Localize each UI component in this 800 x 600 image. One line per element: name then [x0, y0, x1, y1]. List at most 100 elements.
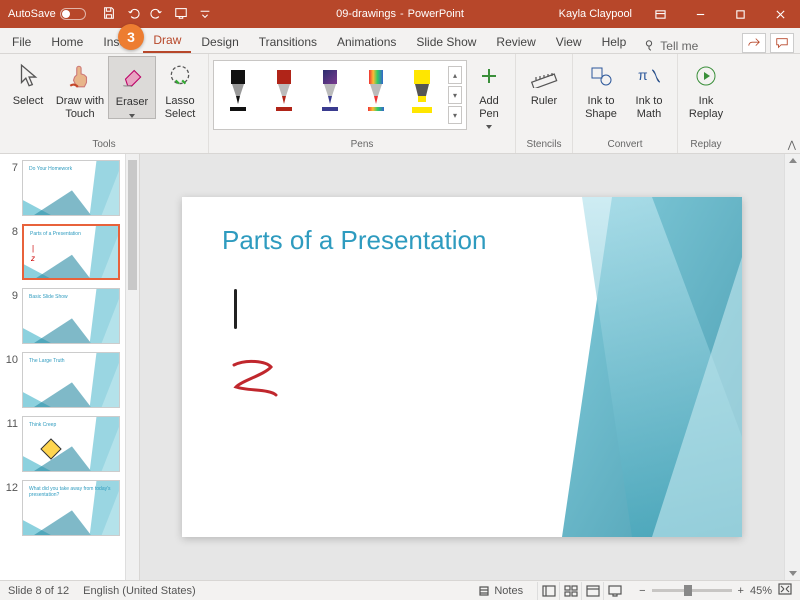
zoom-slider[interactable]	[652, 589, 732, 592]
chevron-down-icon	[129, 112, 135, 118]
status-language[interactable]: English (United States)	[83, 585, 196, 597]
draw-with-touch-button[interactable]: Draw with Touch	[52, 56, 108, 120]
draw-touch-label: Draw with Touch	[56, 95, 104, 120]
slideshow-view-button[interactable]	[603, 582, 625, 600]
thumbnail-row[interactable]: 9Basic Slide Show	[4, 288, 121, 344]
close-button[interactable]	[760, 0, 800, 28]
group-tools-label: Tools	[92, 137, 115, 153]
slide-canvas[interactable]: Parts of a Presentation	[140, 154, 784, 580]
gallery-scroll[interactable]: ▴▾▾	[448, 66, 462, 124]
quick-access-toolbar	[102, 6, 212, 23]
canvas-scrollbar[interactable]	[784, 154, 800, 580]
thumb-number: 7	[4, 160, 18, 216]
lasso-label: Lasso Select	[165, 95, 196, 120]
slide: Parts of a Presentation	[182, 197, 742, 537]
qat-more-icon[interactable]	[198, 6, 212, 23]
title-bar: AutoSave 09-drawings - PowerPoint Kayla …	[0, 0, 800, 28]
group-convert-label: Convert	[607, 137, 642, 153]
user-name[interactable]: Kayla Claypool	[551, 8, 640, 20]
ribbon-display-options[interactable]	[640, 0, 680, 28]
slide-thumbnail[interactable]: Parts of a Presentation|z	[22, 224, 120, 280]
slide-thumbnail[interactable]: Do Your Homework	[22, 160, 120, 216]
add-pen-button[interactable]: Add Pen	[467, 56, 511, 129]
redo-icon[interactable]	[150, 6, 164, 23]
chevron-down-icon	[486, 123, 492, 129]
ink-to-math-button[interactable]: π Ink to Math	[625, 56, 673, 120]
ink-replay-label: Ink Replay	[689, 95, 723, 120]
thumbnail-row[interactable]: 7Do Your Homework	[4, 160, 121, 216]
thumb-number: 11	[4, 416, 18, 472]
thumbnail-row[interactable]: 12What did you take away from today's pr…	[4, 480, 121, 536]
maximize-button[interactable]	[720, 0, 760, 28]
tab-transitions[interactable]: Transitions	[249, 30, 327, 53]
collapse-ribbon-icon[interactable]: ⋀	[788, 140, 796, 151]
ink-replay-button[interactable]: Ink Replay	[682, 56, 730, 120]
ink-math-icon: π	[636, 60, 662, 92]
tab-animations[interactable]: Animations	[327, 30, 406, 53]
ruler-icon	[530, 60, 558, 92]
thumbnail-row[interactable]: 8Parts of a Presentation|z	[4, 224, 121, 280]
eraser-button[interactable]: Eraser	[108, 56, 156, 119]
slide-thumbnail[interactable]: Think Creep	[22, 416, 120, 472]
ruler-button[interactable]: Ruler	[520, 56, 568, 108]
zoom-in-button[interactable]: +	[738, 585, 744, 597]
save-icon[interactable]	[102, 6, 116, 23]
pen-galaxy[interactable]	[310, 66, 350, 124]
minimize-button[interactable]	[680, 0, 720, 28]
ink-stroke-vertical	[234, 289, 237, 329]
callout-badge-3: 3	[118, 24, 144, 50]
lasso-select-button[interactable]: Lasso Select	[156, 56, 204, 120]
tab-help[interactable]: Help	[592, 30, 637, 53]
eraser-label: Eraser	[116, 96, 148, 109]
tab-review[interactable]: Review	[486, 30, 545, 53]
thumbnails-scrollbar[interactable]	[125, 154, 139, 580]
normal-view-button[interactable]	[537, 582, 559, 600]
group-stencils-label: Stencils	[526, 137, 561, 153]
add-pen-label: Add Pen	[479, 95, 499, 120]
status-slide[interactable]: Slide 8 of 12	[8, 585, 69, 597]
pen-black[interactable]	[218, 66, 258, 124]
slide-thumbnails: 7Do Your Homework 8Parts of a Presentatio…	[0, 154, 140, 580]
undo-icon[interactable]	[126, 6, 140, 23]
tab-file[interactable]: File	[2, 30, 41, 53]
slide-thumbnail[interactable]: What did you take away from today's pres…	[22, 480, 120, 536]
slide-thumbnail[interactable]: The Large Truth	[22, 352, 120, 408]
plus-icon	[479, 60, 499, 92]
start-from-beginning-icon[interactable]	[174, 6, 188, 23]
ink-to-shape-button[interactable]: Ink to Shape	[577, 56, 625, 120]
highlighter-yellow[interactable]	[402, 66, 442, 124]
group-replay: Ink Replay Replay	[678, 54, 734, 153]
fit-to-window-button[interactable]	[778, 583, 792, 598]
tab-draw[interactable]: Draw	[143, 28, 191, 53]
tab-view[interactable]: View	[546, 30, 592, 53]
group-pens: ▴▾▾ Add Pen Pens	[209, 54, 516, 153]
tab-design[interactable]: Design	[191, 30, 248, 53]
tab-slideshow[interactable]: Slide Show	[406, 30, 486, 53]
pen-red[interactable]	[264, 66, 304, 124]
tab-home[interactable]: Home	[41, 30, 93, 53]
comments-button[interactable]	[770, 33, 794, 53]
group-stencils: Ruler Stencils	[516, 54, 573, 153]
doc-name: 09-drawings	[336, 8, 396, 20]
thumbnail-row[interactable]: 10The Large Truth	[4, 352, 121, 408]
reading-view-button[interactable]	[581, 582, 603, 600]
work-area: 7Do Your Homework 8Parts of a Presentatio…	[0, 154, 800, 580]
zoom-control: − + 45%	[639, 583, 792, 598]
pen-rainbow[interactable]	[356, 66, 396, 124]
group-convert: Ink to Shape π Ink to Math Convert	[573, 54, 678, 153]
slide-title: Parts of a Presentation	[222, 225, 486, 256]
slide-thumbnail[interactable]: Basic Slide Show	[22, 288, 120, 344]
zoom-value[interactable]: 45%	[750, 585, 772, 597]
tell-me-label: Tell me	[660, 39, 698, 53]
lasso-icon	[167, 60, 193, 92]
thumb-number: 9	[4, 288, 18, 344]
notes-button[interactable]: Notes	[478, 585, 523, 597]
share-button[interactable]	[742, 33, 766, 53]
autosave-toggle[interactable]: AutoSave	[8, 8, 86, 20]
thumbnail-row[interactable]: 11Think Creep	[4, 416, 121, 472]
zoom-out-button[interactable]: −	[639, 585, 645, 597]
pen-gallery[interactable]: ▴▾▾	[213, 60, 467, 130]
select-button[interactable]: Select	[4, 56, 52, 108]
tell-me[interactable]: Tell me	[642, 39, 698, 53]
sorter-view-button[interactable]	[559, 582, 581, 600]
